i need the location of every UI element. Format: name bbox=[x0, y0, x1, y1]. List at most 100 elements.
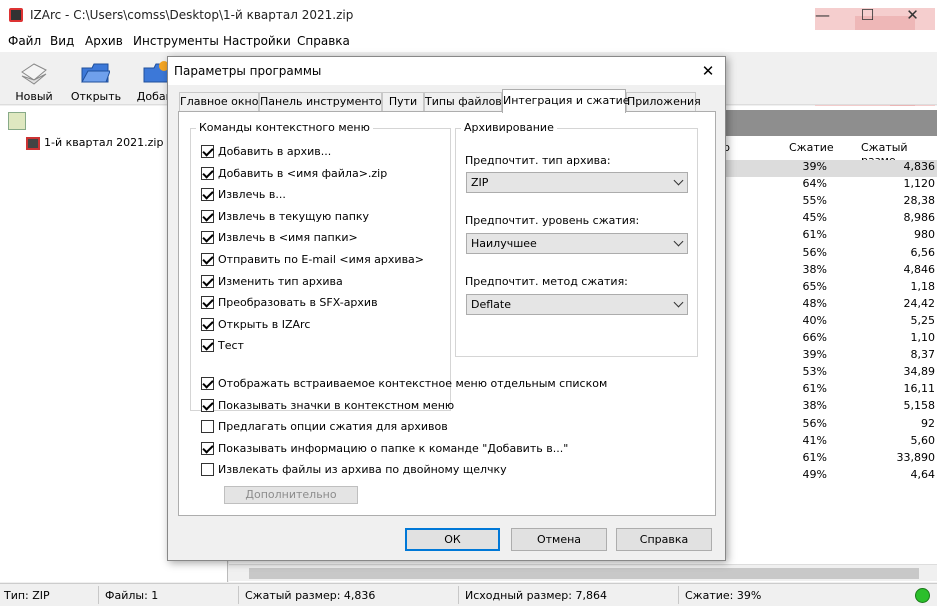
checkbox-label: Отправить по E-mail <имя архива> bbox=[218, 253, 425, 266]
new-label: Новый bbox=[15, 90, 53, 103]
ratio-cell: 66% bbox=[802, 331, 827, 344]
zip-file-icon bbox=[26, 136, 40, 150]
compressed-size-cell: 980 bbox=[914, 228, 935, 242]
pref-type-select[interactable]: ZIP bbox=[466, 172, 688, 193]
checkbox-box[interactable] bbox=[201, 188, 214, 202]
izarc-app-icon bbox=[9, 8, 23, 22]
checkbox-box[interactable] bbox=[201, 296, 214, 310]
tab-main-window[interactable]: Главное окно bbox=[179, 92, 259, 112]
checkbox-box[interactable] bbox=[201, 209, 214, 223]
compressed-size-cell: 5,60 bbox=[910, 433, 936, 447]
checkbox-label: Извлечь в текущую папку bbox=[218, 209, 370, 223]
checkbox-box[interactable] bbox=[201, 339, 214, 353]
menu-help[interactable]: Справка bbox=[297, 34, 350, 48]
checkbox-label: Тест bbox=[218, 339, 244, 353]
ratio-cell: 55% bbox=[802, 194, 827, 208]
compressed-size-cell: 4,836 bbox=[903, 160, 936, 173]
checkbox-box[interactable] bbox=[201, 398, 214, 412]
ratio-cell: 41% bbox=[802, 433, 827, 447]
checkbox-label: Добавить в <имя файла>.zip bbox=[218, 166, 388, 180]
compressed-size-cell: 5,25 bbox=[910, 313, 936, 327]
checkbox-label: Открыть в IZArc bbox=[218, 317, 311, 331]
compressed-size-cell: 33,890 bbox=[896, 450, 936, 464]
tab-strip: Главное окно Панель инструментов Пути Ти… bbox=[179, 89, 719, 113]
ratio-cell: 61% bbox=[802, 228, 827, 242]
compressed-size-cell: 16,11 bbox=[903, 382, 936, 396]
new-button[interactable]: Новый bbox=[6, 54, 56, 104]
menu-archive[interactable]: Архив bbox=[85, 34, 123, 48]
status-type: Тип: ZIP bbox=[4, 589, 50, 602]
column-compressed-size[interactable]: Сжатый разме bbox=[861, 141, 937, 167]
checkbox-label: Показывать информацию о папке к команде … bbox=[218, 441, 569, 455]
chevron-down-icon bbox=[673, 175, 684, 186]
checkbox-box[interactable] bbox=[201, 317, 214, 331]
help-button[interactable]: Справка bbox=[616, 528, 712, 551]
archiving-group: Архивирование Предпочтит. тип архива: ZI… bbox=[455, 121, 698, 357]
checkbox-box[interactable] bbox=[201, 377, 214, 390]
tab-toolbar[interactable]: Панель инструментов bbox=[259, 92, 388, 112]
checkbox-box[interactable] bbox=[201, 463, 214, 477]
tree-item-label: 1-й квартал 2021.zip bbox=[44, 136, 164, 149]
status-led-icon bbox=[915, 588, 930, 603]
ratio-cell: 39% bbox=[802, 348, 827, 362]
checkbox-label: Предлагать опции сжатия для архивов bbox=[218, 420, 448, 434]
ok-button[interactable]: ОК bbox=[405, 528, 500, 551]
open-folder-icon bbox=[80, 58, 111, 86]
ratio-cell: 61% bbox=[802, 450, 827, 464]
dialog-title-bar: Параметры программы ✕ bbox=[168, 57, 725, 85]
checkbox-box[interactable] bbox=[201, 253, 214, 266]
compressed-size-cell: 6,56 bbox=[910, 245, 936, 259]
pref-method-select[interactable]: Deflate bbox=[466, 294, 688, 315]
status-ratio: Сжатие: 39% bbox=[685, 589, 762, 602]
pref-type-value: ZIP bbox=[471, 176, 489, 189]
close-window-button[interactable]: ✕ bbox=[890, 0, 935, 30]
ratio-cell: 48% bbox=[802, 296, 827, 310]
tab-applications[interactable]: Приложения bbox=[626, 92, 701, 112]
menu-settings[interactable]: Настройки bbox=[223, 34, 291, 48]
pref-level-label: Предпочтит. уровень сжатия: bbox=[465, 214, 640, 227]
chevron-down-icon bbox=[673, 297, 684, 308]
archiving-group-title: Архивирование bbox=[461, 121, 557, 134]
tab-file-types[interactable]: Типы файлов bbox=[424, 92, 502, 112]
menu-view[interactable]: Вид bbox=[50, 34, 74, 48]
up-folder-button[interactable] bbox=[8, 112, 26, 130]
menu-bar: Файл Вид Архив Инструменты Настройки Спр… bbox=[0, 30, 937, 52]
checkbox-box[interactable] bbox=[201, 145, 214, 158]
checkbox-box[interactable] bbox=[201, 166, 214, 180]
compressed-size-cell: 4,846 bbox=[903, 262, 936, 276]
compressed-size-cell: 5,158 bbox=[903, 399, 936, 413]
settings-dialog: Параметры программы ✕ Главное окно Панел… bbox=[167, 56, 726, 561]
menu-tools[interactable]: Инструменты bbox=[133, 34, 219, 48]
horizontal-scrollbar[interactable] bbox=[229, 564, 937, 581]
window-title: IZArc - C:\Users\comss\Desktop\1-й кварт… bbox=[30, 8, 354, 22]
ratio-cell: 65% bbox=[802, 279, 827, 293]
tab-integration[interactable]: Интеграция и сжатие bbox=[502, 89, 630, 113]
checkbox-box[interactable] bbox=[201, 231, 214, 245]
tab-paths[interactable]: Пути bbox=[382, 92, 424, 112]
pref-level-select[interactable]: Наилучшее bbox=[466, 233, 688, 254]
cancel-button[interactable]: Отмена bbox=[511, 528, 607, 551]
maximize-button[interactable]: ☐ bbox=[845, 0, 890, 30]
scrollbar-thumb[interactable] bbox=[249, 568, 919, 579]
tree-item-archive[interactable]: 1-й квартал 2021.zip bbox=[14, 136, 163, 150]
dialog-title: Параметры программы bbox=[174, 64, 322, 78]
checkbox-box[interactable] bbox=[201, 274, 214, 288]
checkbox-label: Преобразовать в SFX-архив bbox=[218, 296, 378, 310]
compressed-size-cell: 8,37 bbox=[910, 348, 936, 362]
checkbox-label: Показывать значки в контекстном меню bbox=[218, 398, 455, 412]
status-original-size: Исходный размер: 7,864 bbox=[465, 589, 607, 602]
chevron-down-icon bbox=[673, 236, 684, 247]
open-button[interactable]: Открыть bbox=[68, 54, 121, 104]
checkbox-box[interactable] bbox=[201, 420, 214, 434]
menu-file[interactable]: Файл bbox=[8, 34, 41, 48]
compressed-size-cell: 1,120 bbox=[903, 177, 936, 191]
minimize-button[interactable]: — bbox=[800, 0, 845, 30]
pref-level-value: Наилучшее bbox=[471, 237, 537, 250]
status-files: Файлы: 1 bbox=[105, 589, 159, 602]
dialog-close-button[interactable]: ✕ bbox=[697, 60, 719, 82]
advanced-button[interactable]: Дополнительно bbox=[224, 486, 358, 504]
checkbox-box[interactable] bbox=[201, 441, 214, 455]
pref-method-label: Предпочтит. метод сжатия: bbox=[465, 275, 628, 288]
column-ratio[interactable]: Сжатие bbox=[789, 141, 834, 161]
checkbox-label: Извлечь в... bbox=[218, 188, 286, 202]
